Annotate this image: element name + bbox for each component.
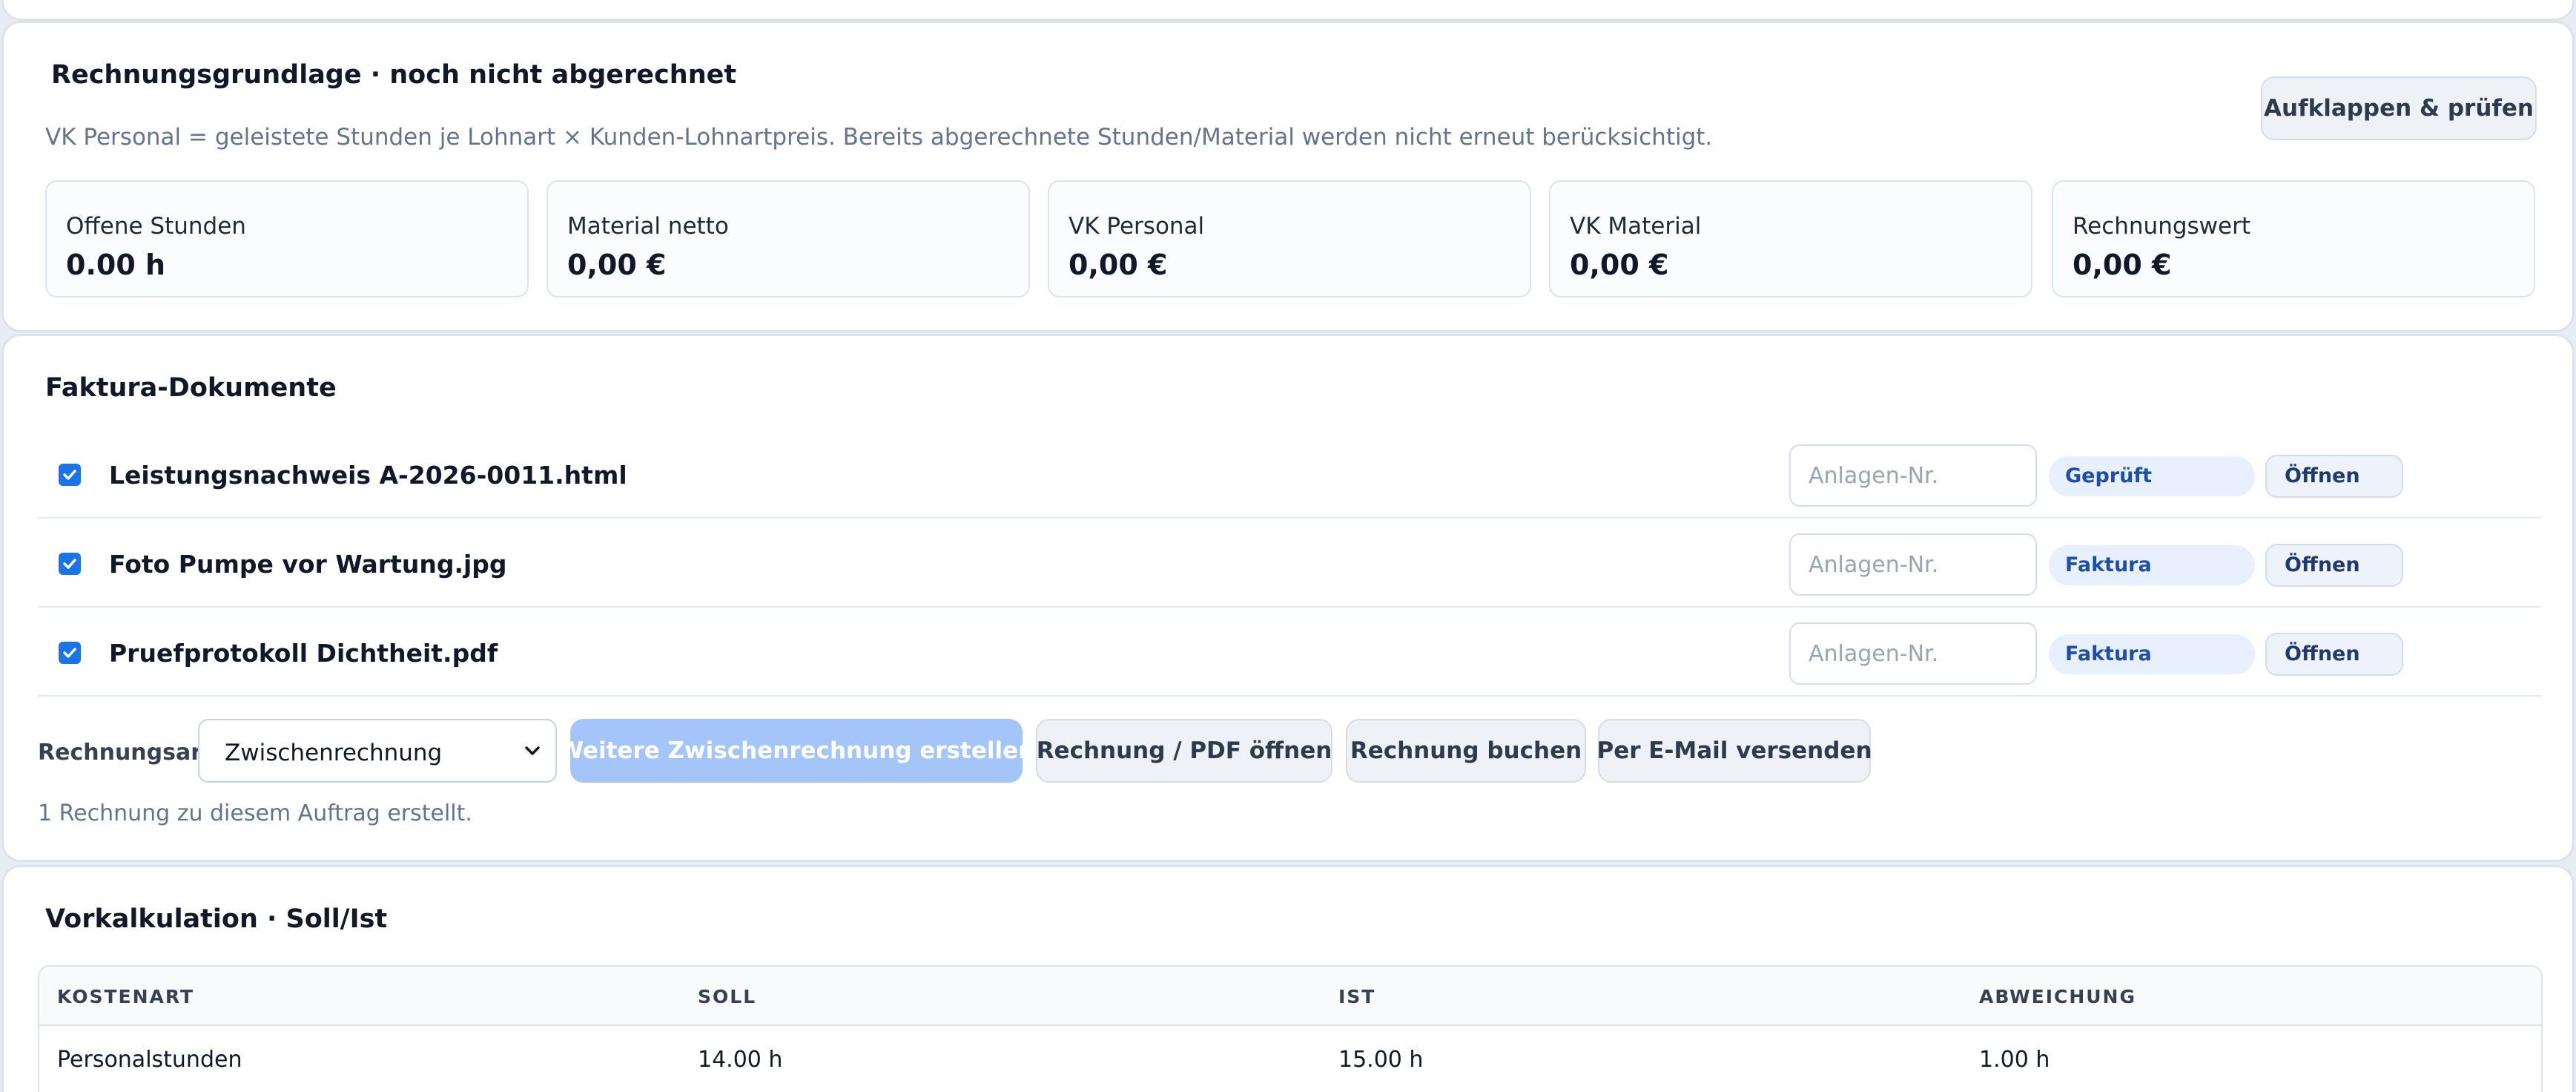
invoice-count-info: 1 Rechnung zu diesem Auftrag erstellt. [38, 800, 472, 826]
pre-calculation-card: Vorkalkulation · Soll/Ist KOSTENART SOLL… [1, 865, 2575, 1092]
stat-value: 0,00 € [1570, 249, 1669, 281]
table-cell: 14.00 h [698, 1047, 783, 1073]
chevron-down-icon [525, 746, 540, 755]
status-badge: Faktura [2049, 634, 2255, 674]
document-name: Foto Pumpe vor Wartung.jpg [109, 550, 507, 579]
column-header-target: SOLL [698, 986, 757, 1007]
document-row: Pruefprotokoll Dichtheit.pdf Faktura Öff… [38, 609, 2541, 697]
book-invoice-button[interactable]: Rechnung buchen [1346, 719, 1586, 783]
document-row: Leistungsnachweis A-2026-0011.html Geprü… [38, 431, 2541, 519]
anlagen-nr-input[interactable] [1789, 622, 2037, 685]
billing-documents-title: Faktura-Dokumente [45, 373, 337, 403]
stat-value: 0,00 € [567, 249, 667, 281]
create-interim-invoice-button[interactable]: Weitere Zwischenrechnung erstellen [558, 719, 1034, 783]
stat-label: VK Personal [1069, 213, 1205, 240]
invoice-basis-description: VK Personal = geleistete Stunden je Lohn… [45, 124, 1713, 151]
send-email-button[interactable]: Per E-Mail versenden [1596, 719, 1872, 783]
invoice-type-value: Zwischenrechnung [225, 740, 443, 766]
document-checkbox[interactable] [59, 553, 81, 575]
open-document-button[interactable]: Öffnen [2265, 633, 2403, 676]
column-header-cost-type: KOSTENART [57, 986, 195, 1007]
invoice-type-select[interactable]: Zwischenrechnung [198, 719, 557, 783]
status-badge: Geprüft [2049, 456, 2255, 496]
stat-open-hours: Offene Stunden 0.00 h [45, 180, 529, 297]
status-badge: Faktura [2049, 545, 2255, 585]
stat-value: 0.00 h [66, 249, 166, 281]
open-invoice-pdf-button[interactable]: Rechnung / PDF öffnen [1036, 719, 1332, 783]
billing-documents-card: Faktura-Dokumente Leistungsnachweis A-20… [1, 334, 2575, 862]
invoice-basis-title: Rechnungsgrundlage · noch nicht abgerech… [51, 60, 737, 90]
expand-review-button[interactable]: Aufklappen & prüfen [2261, 76, 2537, 140]
stat-vk-personal: VK Personal 0,00 € [1048, 180, 1531, 297]
table-header: KOSTENART SOLL IST ABWEICHUNG [39, 967, 2541, 1026]
stat-label: Offene Stunden [66, 213, 246, 240]
document-name: Leistungsnachweis A-2026-0011.html [109, 461, 627, 490]
column-header-deviation: ABWEICHUNG [1979, 986, 2137, 1007]
invoice-basis-card: Rechnungsgrundlage · noch nicht abgerech… [1, 21, 2575, 332]
table-cell: 1.00 h [1979, 1047, 2050, 1073]
stat-value: 0,00 € [2073, 249, 2172, 281]
column-header-actual: IST [1338, 986, 1376, 1007]
open-document-button[interactable]: Öffnen [2265, 544, 2403, 587]
pre-calculation-title: Vorkalkulation · Soll/Ist [45, 904, 388, 934]
check-icon [63, 648, 76, 658]
document-checkbox[interactable] [59, 642, 81, 664]
document-checkbox[interactable] [59, 464, 81, 486]
table-cell: Personalstunden [57, 1047, 242, 1073]
check-icon [63, 470, 76, 480]
check-icon [63, 559, 76, 569]
document-row: Foto Pumpe vor Wartung.jpg Faktura Öffne… [38, 520, 2541, 608]
invoice-type-label: Rechnungsart [38, 740, 213, 766]
stat-label: VK Material [1570, 213, 1702, 240]
anlagen-nr-input[interactable] [1789, 444, 2037, 507]
stat-vk-material: VK Material 0,00 € [1549, 180, 2032, 297]
anlagen-nr-input[interactable] [1789, 533, 2037, 596]
pre-calculation-table: KOSTENART SOLL IST ABWEICHUNG Personalst… [38, 965, 2543, 1092]
stat-value: 0,00 € [1069, 249, 1168, 281]
table-cell: 15.00 h [1338, 1047, 1424, 1073]
stat-material-net: Material netto 0,00 € [546, 180, 1030, 297]
stat-invoice-value: Rechnungswert 0,00 € [2052, 180, 2535, 297]
stat-label: Material netto [567, 213, 729, 240]
page: Rechnungsgrundlage · noch nicht abgerech… [0, 0, 2576, 1092]
open-document-button[interactable]: Öffnen [2265, 455, 2403, 498]
previous-card [1, 0, 2575, 21]
stat-label: Rechnungswert [2073, 213, 2251, 240]
document-name: Pruefprotokoll Dichtheit.pdf [109, 639, 498, 668]
